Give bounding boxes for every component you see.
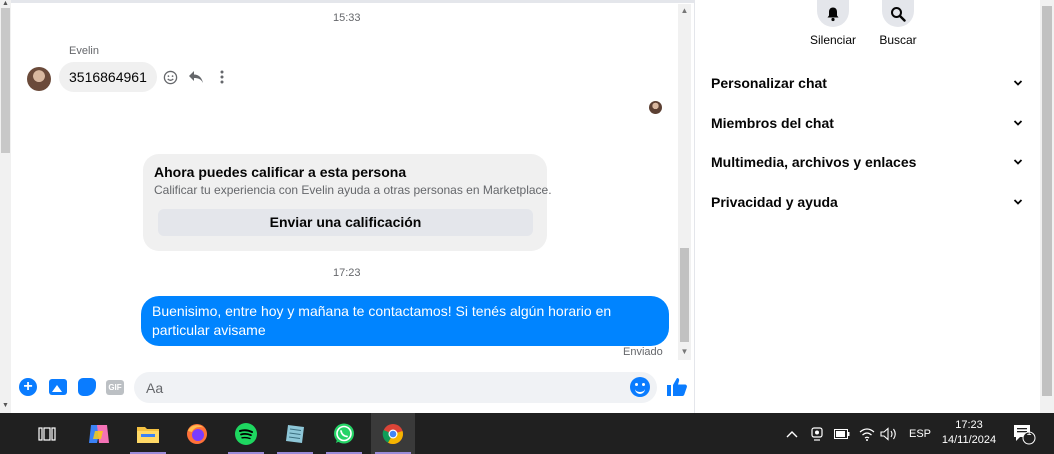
- language-indicator[interactable]: ESP: [909, 413, 931, 454]
- webcam-icon[interactable]: [810, 413, 824, 454]
- windows-taskbar: ESP 17:23 14/11/2024 1: [0, 413, 1054, 454]
- search-icon: [891, 6, 906, 22]
- chat-scrollbar[interactable]: ▲ ▼: [678, 4, 691, 360]
- scroll-down-arrow-icon[interactable]: ▼: [1, 402, 10, 410]
- chevron-down-icon: [1013, 159, 1023, 165]
- message-actions: [161, 68, 231, 86]
- section-label: Miembros del chat: [711, 115, 834, 131]
- chat-pane: 15:33 Evelin 3516864961 Ahora puedes cal…: [11, 0, 695, 413]
- section-label: Multimedia, archivos y enlaces: [711, 154, 917, 170]
- notes-app-icon[interactable]: [273, 413, 317, 454]
- section-label: Privacidad y ayuda: [711, 194, 838, 210]
- mute-button[interactable]: [817, 0, 849, 27]
- chevron-down-icon: [1013, 80, 1023, 86]
- rating-card-subtitle: Calificar tu experiencia con Evelin ayud…: [154, 183, 552, 197]
- timestamp-top: 15:33: [333, 12, 361, 24]
- chat-info-panel: Silenciar Buscar Personalizar chat Miemb…: [695, 0, 1040, 413]
- spotify-icon[interactable]: [224, 413, 268, 454]
- section-media-files-links[interactable]: Multimedia, archivos y enlaces: [711, 150, 1023, 174]
- mute-label: Silenciar: [809, 33, 857, 47]
- chat-scroll-down-icon[interactable]: ▼: [678, 347, 691, 357]
- firefox-icon[interactable]: [175, 413, 219, 454]
- wifi-icon[interactable]: [859, 413, 875, 454]
- clock-date: 14/11/2024: [941, 434, 997, 446]
- page-scrollbar-thumb[interactable]: [1, 8, 10, 153]
- volume-icon[interactable]: [880, 413, 898, 454]
- clock-time: 17:23: [955, 419, 983, 431]
- rating-card: Ahora puedes calificar a esta persona Ca…: [143, 154, 552, 251]
- message-input[interactable]: [134, 372, 657, 403]
- react-emoji-icon[interactable]: [161, 68, 179, 86]
- more-options-icon[interactable]: [213, 68, 231, 86]
- notification-count: 1: [1026, 427, 1032, 437]
- timestamp-mid: 17:23: [333, 267, 361, 279]
- side-scrollbar[interactable]: [1040, 0, 1054, 413]
- search-button[interactable]: [882, 0, 914, 27]
- gif-icon[interactable]: GIF: [104, 376, 126, 398]
- search-label: Buscar: [879, 33, 917, 47]
- chevron-down-icon: [1013, 199, 1023, 205]
- chevron-down-icon: [1013, 120, 1023, 126]
- reply-icon[interactable]: [187, 68, 205, 86]
- message-status: Enviado: [623, 346, 663, 358]
- screen: ▲ ▼ 15:33 Evelin 3516864961 Ahora puedes…: [0, 0, 1054, 454]
- chrome-icon[interactable]: [371, 413, 415, 454]
- chat-scrollbar-thumb[interactable]: [680, 248, 689, 342]
- thumbs-up-icon[interactable]: [665, 375, 689, 399]
- side-scrollbar-thumb[interactable]: [1042, 6, 1052, 396]
- attach-image-icon[interactable]: [47, 376, 69, 398]
- show-hidden-icons-chevron-up-icon[interactable]: [786, 413, 798, 454]
- sender-avatar[interactable]: [27, 67, 51, 91]
- message-composer: + GIF: [11, 368, 695, 408]
- send-rating-button[interactable]: Enviar una calificación: [158, 209, 533, 236]
- taskbar-clock[interactable]: 17:23 14/11/2024: [934, 418, 1004, 448]
- emoji-picker-icon[interactable]: [630, 377, 650, 397]
- incoming-message-bubble[interactable]: 3516864961: [59, 62, 157, 92]
- copilot-icon[interactable]: [77, 413, 121, 454]
- chat-scroll-up-icon[interactable]: ▲: [678, 6, 691, 16]
- notification-center-icon[interactable]: 1: [1012, 413, 1036, 454]
- seen-receipt-avatar: [649, 101, 662, 114]
- bell-icon: [827, 7, 839, 21]
- section-privacy-help[interactable]: Privacidad y ayuda: [711, 190, 1023, 214]
- section-chat-members[interactable]: Miembros del chat: [711, 111, 1023, 135]
- scroll-up-arrow-icon[interactable]: ▲: [1, 0, 10, 8]
- sticker-icon[interactable]: [76, 376, 98, 398]
- section-label: Personalizar chat: [711, 75, 827, 91]
- outgoing-message-bubble[interactable]: Buenisimo, entre hoy y mañana te contact…: [141, 296, 669, 346]
- file-explorer-icon[interactable]: [126, 413, 170, 454]
- sender-name: Evelin: [69, 45, 99, 57]
- section-customize-chat[interactable]: Personalizar chat: [711, 71, 1023, 95]
- rating-card-title: Ahora puedes calificar a esta persona: [154, 164, 407, 180]
- page-scrollbar[interactable]: ▲ ▼: [0, 0, 11, 413]
- more-actions-plus-icon[interactable]: +: [17, 376, 39, 398]
- battery-icon[interactable]: [834, 413, 850, 454]
- whatsapp-icon[interactable]: [322, 413, 366, 454]
- task-view-icon[interactable]: [25, 413, 69, 454]
- chat-top-divider: [11, 0, 695, 3]
